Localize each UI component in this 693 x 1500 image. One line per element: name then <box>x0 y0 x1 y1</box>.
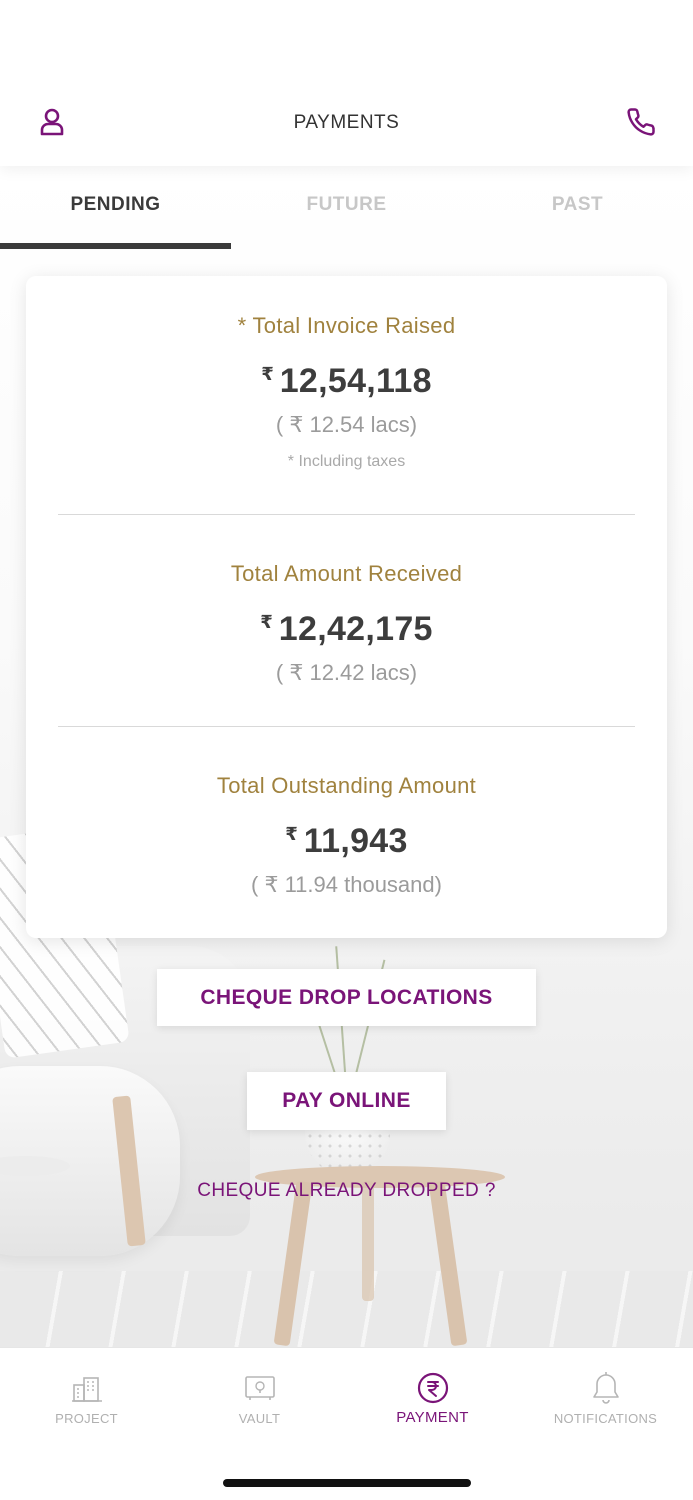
nav-label-project: PROJECT <box>55 1411 118 1426</box>
bell-icon <box>592 1372 619 1404</box>
invoice-label: * Total Invoice Raised <box>237 313 456 338</box>
tab-past[interactable]: PAST <box>462 166 693 250</box>
invoice-amount: 12,54,118 <box>279 362 432 400</box>
active-tab-indicator <box>0 243 231 249</box>
nav-label-notifications: NOTIFICATIONS <box>553 1411 658 1426</box>
background-floor <box>0 1271 693 1348</box>
tax-note: * Including taxes <box>287 453 406 470</box>
payment-tabs: PENDING FUTURE PAST <box>0 166 693 250</box>
received-label: Total Amount Received <box>230 561 463 586</box>
home-indicator <box>223 1479 471 1487</box>
rupee-symbol: ₹ <box>285 824 298 844</box>
pay-online-button[interactable]: PAY ONLINE <box>247 1072 446 1130</box>
vault-icon <box>244 1376 275 1400</box>
outstanding-words-row: ( ₹ 11.94 thousand) <box>26 872 667 898</box>
received-amount: 12,42,175 <box>278 610 433 648</box>
invoice-note-row: * Including taxes <box>26 453 667 471</box>
invoice-section: * Total Invoice Raised <box>26 313 667 339</box>
outstanding-amount-row: ₹ 11,943 <box>26 822 667 861</box>
received-section: Total Amount Received <box>26 561 667 587</box>
invoice-words-row: ( ₹ 12.54 lacs) <box>26 412 667 438</box>
app-header: PAYMENTS <box>0 0 693 166</box>
nav-item-project[interactable]: PROJECT <box>0 1348 173 1448</box>
call-button[interactable] <box>623 104 659 140</box>
invoice-amount-words: ( ₹ 12.54 lacs) <box>275 412 418 437</box>
page-title: PAYMENTS <box>293 112 400 133</box>
nav-item-notifications[interactable]: NOTIFICATIONS <box>519 1348 692 1448</box>
cheque-already-dropped-link[interactable]: CHEQUE ALREADY DROPPED ? <box>0 1180 693 1202</box>
payment-summary-card: * Total Invoice Raised ₹ 12,54,118 ( ₹ 1… <box>26 276 667 938</box>
outstanding-label: Total Outstanding Amount <box>216 773 477 798</box>
invoice-amount-row: ₹ 12,54,118 <box>26 362 667 401</box>
nav-label-payment: PAYMENT <box>396 1409 469 1426</box>
tab-pending[interactable]: PENDING <box>0 166 231 250</box>
received-words-row: ( ₹ 12.42 lacs) <box>26 660 667 686</box>
cheque-drop-locations-button[interactable]: CHEQUE DROP LOCATIONS <box>157 969 536 1026</box>
outstanding-amount-words: ( ₹ 11.94 thousand) <box>251 872 442 897</box>
bottom-navigation: PROJECT VAULT PAYMENT NOTIFICATIONS <box>0 1347 693 1500</box>
outstanding-amount: 11,943 <box>303 822 408 860</box>
nav-item-payment[interactable]: PAYMENT <box>346 1348 519 1448</box>
rupee-symbol: ₹ <box>260 612 273 632</box>
nav-item-vault[interactable]: VAULT <box>173 1348 346 1448</box>
received-amount-words: ( ₹ 12.42 lacs) <box>275 660 418 685</box>
outstanding-section: Total Outstanding Amount <box>26 773 667 799</box>
rupee-icon <box>417 1372 448 1404</box>
section-divider <box>58 726 635 727</box>
received-amount-row: ₹ 12,42,175 <box>26 610 667 649</box>
phone-icon <box>627 108 655 136</box>
section-divider <box>58 514 635 515</box>
nav-label-vault: VAULT <box>238 1411 281 1426</box>
rupee-symbol: ₹ <box>261 364 274 384</box>
building-icon <box>71 1377 102 1402</box>
tab-future[interactable]: FUTURE <box>231 166 462 250</box>
